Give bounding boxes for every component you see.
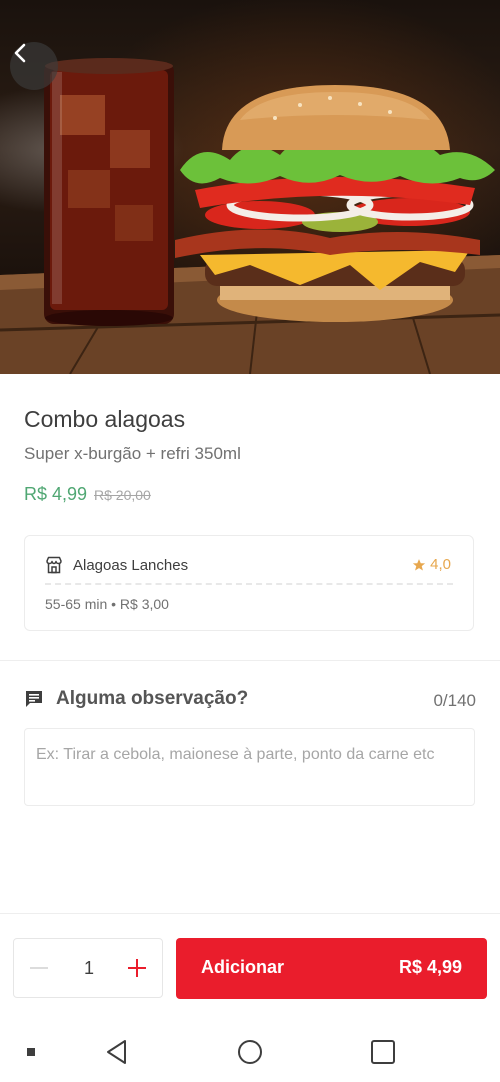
rating-value: 4,0 <box>430 556 451 573</box>
quantity-stepper: 1 <box>13 938 163 998</box>
dot-icon <box>27 1048 35 1056</box>
product-old-price: R$ 20,00 <box>94 487 151 503</box>
plus-icon <box>128 959 146 977</box>
comment-icon <box>26 691 42 707</box>
nav-dot[interactable] <box>16 1022 46 1082</box>
section-divider <box>0 660 500 661</box>
store-card[interactable]: Alagoas Lanches 4,0 55-65 min • R$ 3,00 <box>24 535 474 631</box>
nav-back[interactable] <box>94 1022 140 1082</box>
recents-square-icon <box>371 1040 395 1064</box>
back-triangle-icon <box>107 1040 126 1064</box>
nav-recents[interactable] <box>360 1022 406 1082</box>
character-counter: 0/140 <box>433 691 476 710</box>
product-image <box>0 0 500 374</box>
delivery-info: 55-65 min • R$ 3,00 <box>45 596 169 612</box>
product-title: Combo alagoas <box>24 406 186 432</box>
add-to-cart-button[interactable]: Adicionar R$ 4,99 <box>176 938 487 999</box>
store-header: Alagoas Lanches <box>45 556 188 574</box>
store-name: Alagoas Lanches <box>73 556 189 574</box>
minus-icon <box>30 967 48 969</box>
burger-combo-illustration <box>0 58 500 374</box>
observation-header: Alguma observação? <box>24 688 248 710</box>
chevron-left-icon <box>14 43 26 63</box>
star-icon <box>413 558 426 571</box>
nav-home[interactable] <box>227 1022 273 1082</box>
observation-input[interactable] <box>24 728 475 806</box>
store-rating: 4,0 <box>412 556 451 573</box>
bottom-bar-divider <box>0 913 500 914</box>
system-navigation-bar <box>0 1022 500 1082</box>
back-button[interactable] <box>10 42 58 90</box>
observation-title: Alguma observação? <box>56 688 249 709</box>
increase-quantity-button[interactable] <box>112 939 162 997</box>
dashed-divider <box>45 583 453 585</box>
store-icon <box>46 556 62 574</box>
add-button-label: Adicionar <box>201 957 285 977</box>
add-button-price: R$ 4,99 <box>398 957 462 977</box>
product-description: Super x-burgão + refri 350ml <box>24 444 241 463</box>
decrease-quantity-button[interactable] <box>14 939 64 997</box>
quantity-value: 1 <box>83 958 94 978</box>
product-price: R$ 4,99 <box>24 484 88 504</box>
home-circle-icon <box>238 1040 262 1064</box>
